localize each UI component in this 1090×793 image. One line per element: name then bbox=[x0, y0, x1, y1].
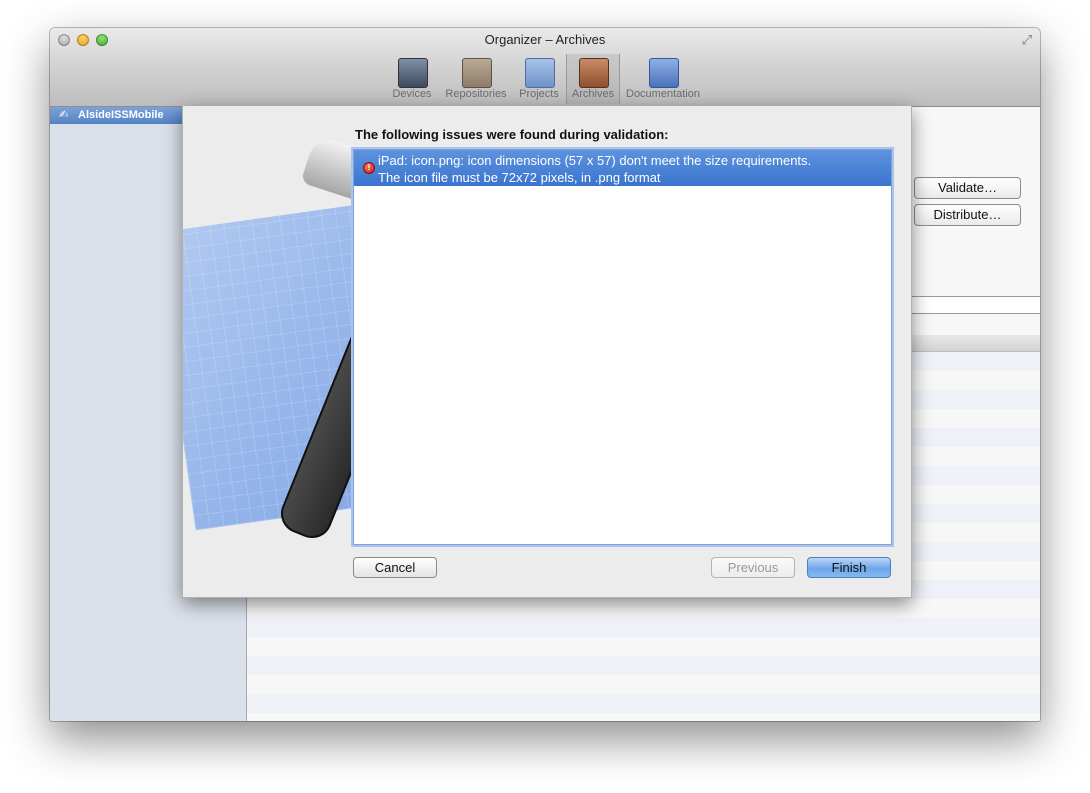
toolbar-archives-label: Archives bbox=[571, 88, 615, 100]
toolbar-devices[interactable]: Devices bbox=[384, 54, 440, 104]
toolbar-repositories-label: Repositories bbox=[445, 88, 507, 100]
toolbar-projects[interactable]: Projects bbox=[512, 54, 566, 104]
toolbar-documentation[interactable]: Documentation bbox=[620, 54, 706, 104]
validate-button[interactable]: Validate… bbox=[914, 177, 1021, 199]
toolbar-projects-label: Projects bbox=[519, 88, 559, 100]
cancel-button[interactable]: Cancel bbox=[353, 557, 437, 578]
projects-icon bbox=[525, 58, 555, 88]
window-title: Organizer – Archives bbox=[484, 32, 606, 47]
issue-row[interactable]: ! iPad: icon.png: icon dimensions (57 x … bbox=[354, 150, 891, 186]
toolbar-documentation-label: Documentation bbox=[626, 88, 700, 100]
toolbar-repositories[interactable]: Repositories bbox=[440, 54, 512, 104]
sidebar-item-alsideissmobile[interactable]: ✍ AlsideISSMobile bbox=[50, 107, 198, 124]
app-icon: ✍ bbox=[59, 109, 69, 121]
issues-list[interactable]: ! iPad: icon.png: icon dimensions (57 x … bbox=[353, 149, 892, 545]
validation-heading: The following issues were found during v… bbox=[355, 127, 669, 142]
validation-sheet: The following issues were found during v… bbox=[182, 106, 912, 598]
toolbar-archives[interactable]: Archives bbox=[566, 54, 620, 104]
fullscreen-icon[interactable]: ⤢ bbox=[1020, 33, 1034, 47]
repositories-icon bbox=[462, 58, 492, 88]
distribute-button[interactable]: Distribute… bbox=[914, 204, 1021, 226]
finish-button[interactable]: Finish bbox=[807, 557, 891, 578]
issue-line-1: iPad: icon.png: icon dimensions (57 x 57… bbox=[378, 153, 812, 168]
table-row bbox=[247, 694, 1040, 713]
devices-icon bbox=[398, 58, 428, 88]
table-row bbox=[247, 618, 1040, 637]
documentation-icon bbox=[649, 58, 679, 88]
sidebar-item-label: AlsideISSMobile bbox=[78, 109, 164, 121]
issue-line-2: The icon file must be 72x72 pixels, in .… bbox=[378, 170, 661, 185]
error-icon: ! bbox=[363, 162, 375, 174]
issue-text: iPad: icon.png: icon dimensions (57 x 57… bbox=[378, 152, 811, 186]
previous-button[interactable]: Previous bbox=[711, 557, 795, 578]
organizer-toolbar: Devices Repositories Projects Archives D… bbox=[384, 54, 706, 104]
table-row bbox=[247, 656, 1040, 675]
toolbar-devices-label: Devices bbox=[392, 88, 432, 100]
title-bar: Organizer – Archives ⤢ Devices Repositor… bbox=[50, 28, 1040, 107]
archives-icon bbox=[579, 58, 609, 88]
